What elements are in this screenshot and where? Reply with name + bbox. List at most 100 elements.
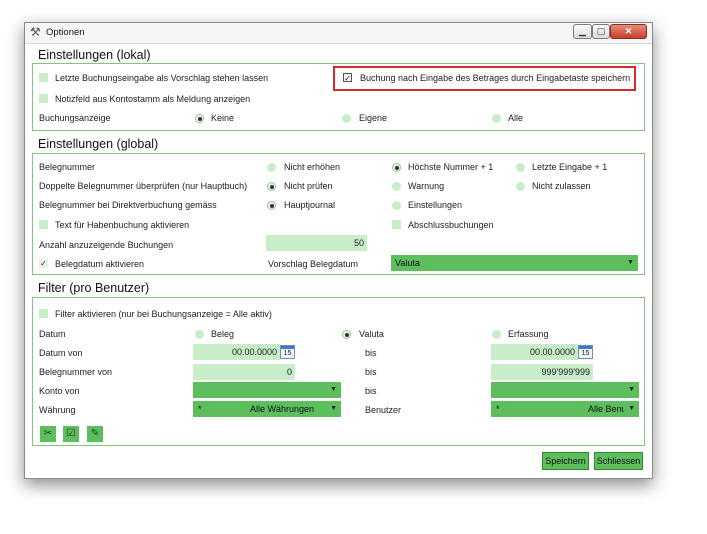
- radio-nicht-zulassen[interactable]: [516, 182, 525, 191]
- select-benutzer-value: Alle Benutzer: [588, 404, 624, 414]
- label-hauptjournal: Hauptjournal: [284, 200, 336, 210]
- label-belegnummer-bis: bis: [365, 367, 377, 377]
- filter-remove-icon: ✂: [43, 428, 53, 439]
- select-vorschlag-value: Valuta: [395, 258, 420, 268]
- maximize-button[interactable]: ▢: [592, 24, 610, 39]
- radio-hoechste-nummer[interactable]: [392, 163, 401, 172]
- label-konto-von: Konto von: [39, 386, 80, 396]
- checkbox-notizfeld[interactable]: [39, 94, 48, 103]
- options-window: ⚒ Optionen ▁ ▢ ✕ Einstellungen (lokal) L…: [24, 22, 653, 479]
- checkbox-filter-aktivieren[interactable]: [39, 309, 48, 318]
- label-letzte-buchung: Letzte Buchungseingabe als Vorschlag ste…: [55, 73, 269, 83]
- title-bar: ⚒ Optionen ▁ ▢ ✕: [25, 23, 652, 44]
- checkbox-habenbuchung[interactable]: [39, 220, 48, 229]
- label-hoechste-nummer: Höchste Nummer + 1: [408, 162, 494, 172]
- close-icon: ✕: [624, 26, 633, 36]
- select-waehrung-code: *: [198, 404, 202, 414]
- pencil-icon: ✎: [90, 428, 100, 439]
- radio-erfassung[interactable]: [492, 330, 501, 339]
- label-belegnummer: Belegnummer: [39, 162, 96, 172]
- radio-valuta[interactable]: [342, 330, 351, 339]
- label-direktverbuchung: Belegnummer bei Direktverbuchung gemäss: [39, 200, 217, 210]
- label-belegnummer-von: Belegnummer von: [39, 367, 113, 377]
- label-notizfeld: Notizfeld aus Kontostamm als Meldung anz…: [55, 94, 251, 104]
- close-button[interactable]: Schliessen: [594, 452, 643, 470]
- label-datum: Datum: [39, 329, 66, 339]
- maximize-icon: ▢: [596, 26, 606, 36]
- label-waehrung: Währung: [39, 405, 76, 415]
- select-konto-bis[interactable]: ▼: [491, 382, 639, 398]
- edit-filter-button[interactable]: ✎: [87, 426, 103, 442]
- label-nicht-pruefen: Nicht prüfen: [284, 181, 333, 191]
- minimize-icon: ▁: [579, 26, 586, 36]
- select-benutzer[interactable]: * Alle Benutzer ▼: [491, 401, 639, 417]
- checkbox-letzte-buchung[interactable]: [39, 73, 48, 82]
- app-tools-icon: ⚒: [30, 25, 41, 39]
- label-datum-bis: bis: [365, 348, 377, 358]
- label-beleg: Beleg: [211, 329, 235, 339]
- radio-warnung[interactable]: [392, 182, 401, 191]
- select-waehrung[interactable]: * Alle Währungen ▼: [193, 401, 341, 417]
- section-header-global: Einstellungen (global): [38, 137, 159, 151]
- label-belegdatum: Belegdatum aktivieren: [55, 259, 145, 269]
- label-buchungsanzeige: Buchungsanzeige: [39, 113, 111, 123]
- section-header-lokal: Einstellungen (lokal): [38, 48, 151, 62]
- radio-beleg[interactable]: [195, 330, 204, 339]
- input-datum-bis[interactable]: 00.00.0000: [491, 344, 578, 360]
- select-waehrung-value: Alle Währungen: [249, 404, 314, 414]
- calendar-icon[interactable]: 15: [280, 345, 295, 359]
- section-header-filter: Filter (pro Benutzer): [38, 281, 150, 295]
- label-warnung: Warnung: [408, 181, 445, 191]
- radio-eigene[interactable]: [342, 114, 351, 123]
- checkbox-belegdatum[interactable]: ✓: [39, 259, 48, 268]
- chevron-down-icon: ▼: [628, 386, 635, 393]
- input-anzahl-buchungen[interactable]: 50: [266, 235, 367, 251]
- window-title: Optionen: [46, 27, 85, 38]
- label-datum-von: Datum von: [39, 348, 83, 358]
- radio-nicht-pruefen[interactable]: [267, 182, 276, 191]
- label-valuta: Valuta: [359, 329, 384, 339]
- radio-alle[interactable]: [492, 114, 501, 123]
- radio-letzte-eingabe[interactable]: [516, 163, 525, 172]
- label-nicht-erhoehen: Nicht erhöhen: [284, 162, 341, 172]
- label-benutzer: Benutzer: [365, 405, 402, 415]
- calendar-icon[interactable]: 15: [578, 345, 593, 359]
- select-vorschlag-belegdatum[interactable]: Valuta ▼: [391, 255, 638, 271]
- label-abschlussbuchungen: Abschlussbuchungen: [408, 220, 494, 230]
- input-belegnummer-von[interactable]: 0: [193, 364, 295, 380]
- input-belegnummer-bis[interactable]: 999'999'999: [491, 364, 593, 380]
- label-keine: Keine: [211, 113, 235, 123]
- label-konto-bis: bis: [365, 386, 377, 396]
- apply-filter-button[interactable]: ☑: [63, 426, 79, 442]
- minimize-button[interactable]: ▁: [573, 24, 592, 39]
- label-filter-aktivieren: Filter aktivieren (nur bei Buchungsanzei…: [55, 309, 272, 319]
- save-button[interactable]: Speichern: [542, 452, 589, 470]
- select-konto-von[interactable]: ▼: [193, 382, 341, 398]
- checklist-icon: ☑: [66, 428, 76, 439]
- label-eigene: Eigene: [359, 113, 388, 123]
- label-alle: Alle: [508, 113, 524, 123]
- chevron-down-icon: ▼: [628, 405, 635, 412]
- remove-filter-button[interactable]: ✂: [40, 426, 56, 442]
- radio-nicht-erhoehen[interactable]: [267, 163, 276, 172]
- label-doppelte-belegnummer: Doppelte Belegnummer überprüfen (nur Hau…: [39, 181, 248, 191]
- label-letzte-eingabe: Letzte Eingabe + 1: [532, 162, 608, 172]
- select-benutzer-code: *: [496, 404, 500, 414]
- label-vorschlag-belegdatum: Vorschlag Belegdatum: [268, 259, 359, 269]
- checkbox-abschlussbuchungen[interactable]: [392, 220, 401, 229]
- close-window-button[interactable]: ✕: [610, 24, 647, 39]
- label-buchung-betrag: Buchung nach Eingabe des Betrages durch …: [360, 73, 631, 83]
- radio-hauptjournal[interactable]: [267, 201, 276, 210]
- checkbox-buchung-betrag[interactable]: ✓: [343, 73, 352, 83]
- label-einstellungen: Einstellungen: [408, 200, 463, 210]
- label-habenbuchung: Text für Habenbuchung aktivieren: [55, 220, 190, 230]
- radio-einstellungen[interactable]: [392, 201, 401, 210]
- chevron-down-icon: ▼: [330, 386, 337, 393]
- input-datum-von[interactable]: 00.00.0000: [193, 344, 280, 360]
- label-nicht-zulassen: Nicht zulassen: [532, 181, 591, 191]
- radio-keine[interactable]: [195, 114, 204, 123]
- chevron-down-icon: ▼: [627, 259, 634, 266]
- label-erfassung: Erfassung: [508, 329, 549, 339]
- label-anzahl-buchungen: Anzahl anzuzeigende Buchungen: [39, 240, 174, 250]
- chevron-down-icon: ▼: [330, 405, 337, 412]
